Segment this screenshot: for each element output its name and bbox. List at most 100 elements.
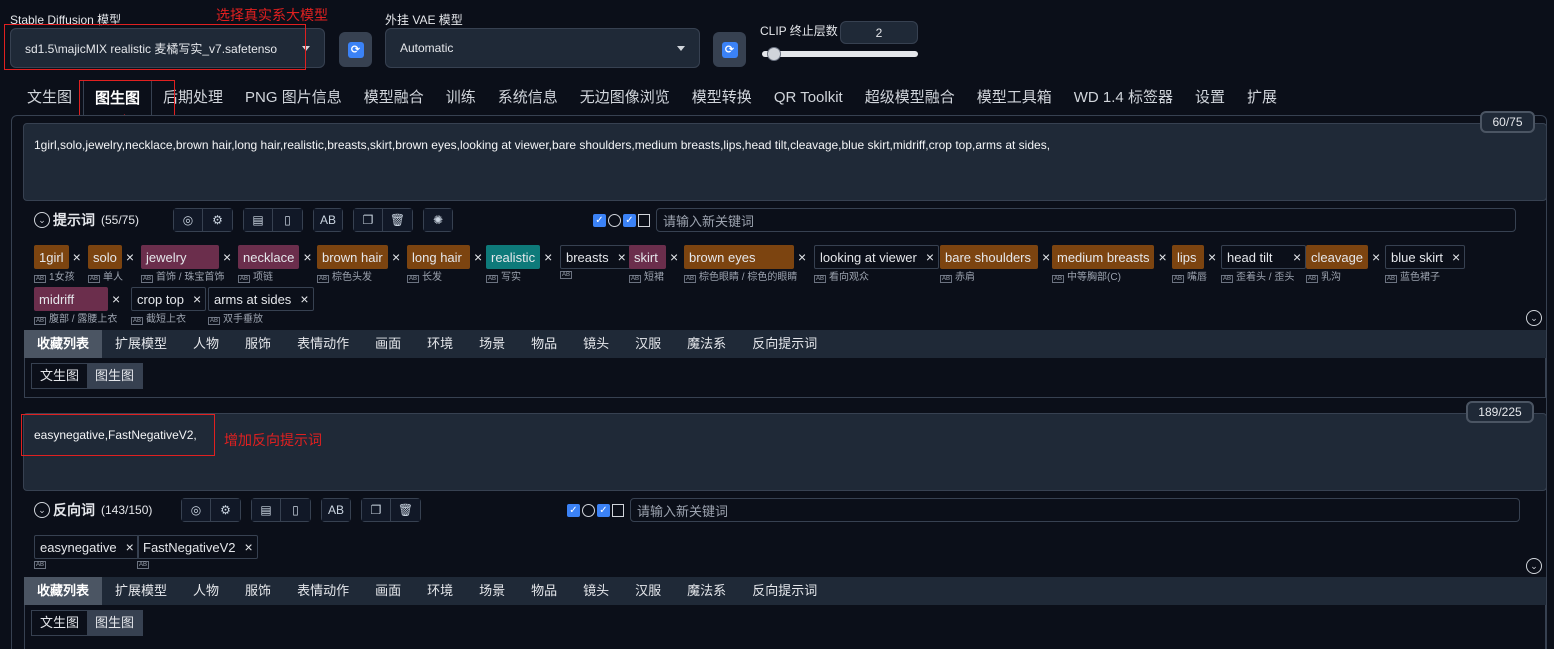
tab-14[interactable]: 扩展 [1236, 80, 1288, 116]
keyword-tag[interactable]: easynegative × [34, 535, 139, 559]
clip-slider-track[interactable] [762, 51, 918, 57]
close-icon[interactable]: × [794, 249, 810, 265]
checkbox-icon[interactable]: ✓ [567, 503, 580, 517]
keyword-tag[interactable]: bare shoulders × [940, 245, 1054, 269]
keyword-tag[interactable]: breasts × [560, 245, 631, 269]
prompt-textarea[interactable]: 1girl,solo,jewelry,necklace,brown hair,l… [23, 123, 1547, 201]
category-tab-9[interactable]: 镜头 [570, 330, 622, 358]
clip-slider-thumb[interactable] [767, 47, 782, 61]
prompt-keyword-input[interactable]: 请输入新关键词 [656, 208, 1516, 232]
collapse-icon[interactable]: ⌄ [34, 502, 50, 518]
history-icon[interactable]: ▤ [243, 208, 273, 232]
sub-tab-0[interactable]: 文生图 [32, 364, 87, 388]
category-tab-5[interactable]: 画面 [362, 330, 414, 358]
ai-icon[interactable]: ✺ [423, 208, 453, 232]
keyword-tag[interactable]: long hair × [407, 245, 486, 269]
keyword-tag[interactable]: lips × [1172, 245, 1220, 269]
negative-keyword-input[interactable]: 请输入新关键词 [630, 498, 1520, 522]
category-tab-6[interactable]: 环境 [414, 577, 466, 605]
keyword-tag[interactable]: skirt × [629, 245, 682, 269]
gear-icon[interactable]: ⚙ [211, 498, 241, 522]
keyword-tag[interactable]: jewelry × [141, 245, 235, 269]
category-tab-11[interactable]: 魔法系 [674, 330, 739, 358]
close-icon[interactable]: × [1289, 249, 1305, 265]
keyword-tag[interactable]: head tilt × [1221, 245, 1307, 269]
ab-icon[interactable]: AB [321, 498, 351, 522]
close-icon[interactable]: × [1448, 249, 1464, 265]
close-icon[interactable]: × [1204, 249, 1220, 265]
tab-11[interactable]: 模型工具箱 [966, 80, 1063, 116]
tab-4[interactable]: 模型融合 [353, 80, 435, 116]
category-tab-4[interactable]: 表情动作 [284, 330, 362, 358]
refresh-vae-button[interactable]: ⟳ [713, 32, 746, 67]
panel-icon[interactable] [638, 213, 650, 227]
keyword-tag[interactable]: blue skirt × [1385, 245, 1466, 269]
category-tab-12[interactable]: 反向提示词 [739, 330, 830, 358]
keyword-tag[interactable]: medium breasts × [1052, 245, 1171, 269]
tab-13[interactable]: 设置 [1184, 80, 1236, 116]
keyword-tag[interactable]: solo × [88, 245, 138, 269]
close-icon[interactable]: × [540, 249, 556, 265]
tab-3[interactable]: PNG 图片信息 [234, 80, 353, 116]
trash-icon[interactable]: 🗑 [391, 498, 421, 522]
close-icon[interactable]: × [666, 249, 682, 265]
sub-tab-1[interactable]: 图生图 [87, 364, 143, 388]
category-tab-10[interactable]: 汉服 [622, 577, 674, 605]
clock-icon[interactable] [608, 213, 621, 227]
category-tab-10[interactable]: 汉服 [622, 330, 674, 358]
close-icon[interactable]: × [299, 249, 315, 265]
negative-textarea[interactable]: easynegative,FastNegativeV2, [23, 413, 1547, 491]
keyword-tag[interactable]: realistic × [486, 245, 556, 269]
close-icon[interactable]: × [122, 249, 138, 265]
checkbox-icon[interactable]: ✓ [623, 213, 636, 227]
tab-5[interactable]: 训练 [435, 80, 487, 116]
category-tab-8[interactable]: 物品 [518, 577, 570, 605]
category-tab-0[interactable]: 收藏列表 [24, 577, 103, 605]
close-icon[interactable]: × [388, 249, 404, 265]
category-tab-0[interactable]: 收藏列表 [24, 330, 103, 358]
clip-number-input[interactable]: 2 [840, 21, 918, 44]
translate-icon[interactable]: ◎ [181, 498, 211, 522]
tab-6[interactable]: 系统信息 [487, 80, 569, 116]
close-icon[interactable]: × [922, 249, 938, 265]
bookmark-icon[interactable]: ▯ [273, 208, 303, 232]
category-tab-2[interactable]: 人物 [180, 577, 232, 605]
gear-icon[interactable]: ⚙ [203, 208, 233, 232]
checkbox-icon[interactable]: ✓ [593, 213, 606, 227]
category-tab-5[interactable]: 画面 [362, 577, 414, 605]
expand-icon[interactable]: ⌄ [1526, 558, 1542, 574]
checkbox-icon[interactable]: ✓ [597, 503, 610, 517]
translate-icon[interactable]: ◎ [173, 208, 203, 232]
close-icon[interactable]: × [470, 249, 486, 265]
tab-9[interactable]: QR Toolkit [763, 80, 854, 116]
collapse-icon[interactable]: ⌄ [34, 212, 50, 228]
close-icon[interactable]: × [69, 249, 85, 265]
close-icon[interactable]: × [1368, 249, 1384, 265]
keyword-tag[interactable]: arms at sides × [208, 287, 314, 311]
trash-icon[interactable]: 🗑 [383, 208, 413, 232]
close-icon[interactable]: × [189, 291, 205, 307]
copy-icon[interactable]: ❐ [353, 208, 383, 232]
category-tab-3[interactable]: 服饰 [232, 577, 284, 605]
keyword-tag[interactable]: cleavage × [1306, 245, 1384, 269]
sub-tab-1[interactable]: 图生图 [87, 611, 143, 635]
category-tab-12[interactable]: 反向提示词 [739, 577, 830, 605]
keyword-tag[interactable]: midriff × [34, 287, 124, 311]
category-tab-7[interactable]: 场景 [466, 330, 518, 358]
keyword-tag[interactable]: crop top × [131, 287, 207, 311]
keyword-tag[interactable]: brown eyes × [684, 245, 810, 269]
keyword-tag[interactable]: necklace × [238, 245, 316, 269]
clock-icon[interactable] [582, 503, 595, 517]
close-icon[interactable]: × [241, 539, 257, 555]
keyword-tag[interactable]: FastNegativeV2 × [137, 535, 258, 559]
keyword-tag[interactable]: brown hair × [317, 245, 404, 269]
tab-10[interactable]: 超级模型融合 [854, 80, 966, 116]
category-tab-8[interactable]: 物品 [518, 330, 570, 358]
tab-12[interactable]: WD 1.4 标签器 [1063, 80, 1184, 116]
category-tab-4[interactable]: 表情动作 [284, 577, 362, 605]
category-tab-3[interactable]: 服饰 [232, 330, 284, 358]
sub-tab-0[interactable]: 文生图 [32, 611, 87, 635]
copy-icon[interactable]: ❐ [361, 498, 391, 522]
category-tab-2[interactable]: 人物 [180, 330, 232, 358]
ab-icon[interactable]: AB [313, 208, 343, 232]
